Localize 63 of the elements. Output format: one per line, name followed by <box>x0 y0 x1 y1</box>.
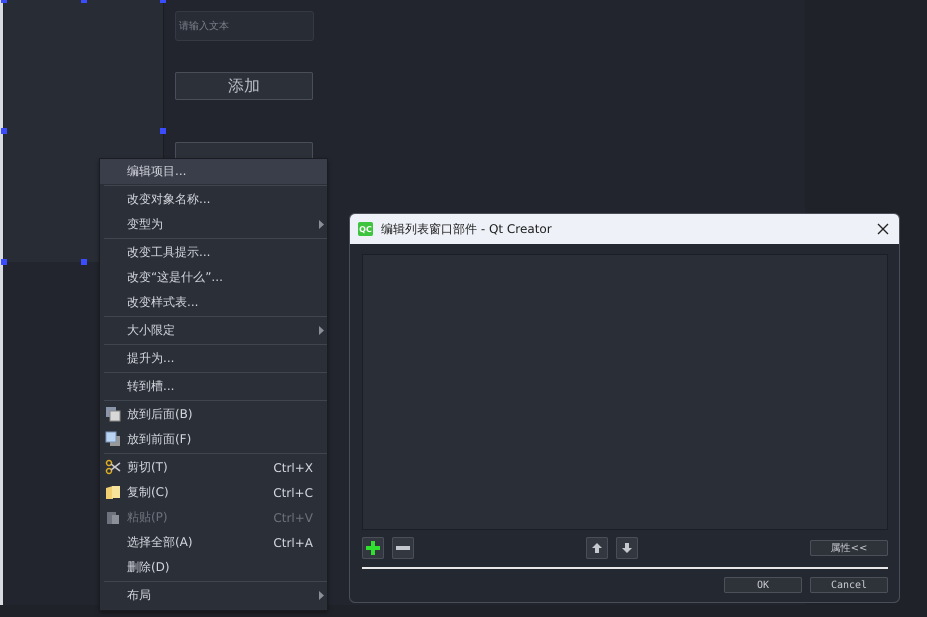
menu-item-label: 选择全部(A) <box>127 534 194 551</box>
move-up-button[interactable] <box>586 537 608 559</box>
app-icon: QC <box>358 222 373 236</box>
menu-item[interactable]: 选择全部(A) Ctrl+A <box>100 530 327 555</box>
menu-item-label: 变型为 <box>127 216 164 233</box>
remove-item-button[interactable] <box>392 537 414 559</box>
menu-item-label: 放到前面(F) <box>127 431 192 448</box>
down-arrow-icon <box>621 542 633 554</box>
cancel-button[interactable]: Cancel <box>810 577 888 593</box>
menu-item-label: 剪切(T) <box>127 459 169 476</box>
folder-icon <box>105 484 121 500</box>
ok-button[interactable]: OK <box>724 577 802 593</box>
menu-item[interactable]: 改变工具提示... <box>100 240 327 265</box>
scissors-icon <box>105 459 121 475</box>
text-input[interactable]: 请输入文本 <box>175 11 314 41</box>
move-down-button[interactable] <box>616 537 638 559</box>
add-button[interactable]: 添加 <box>175 72 313 100</box>
menu-item[interactable]: 大小限定 <box>100 318 327 343</box>
menu-item-label: 大小限定 <box>127 322 176 339</box>
menu-item[interactable]: 放到前面(F) <box>100 427 327 452</box>
menu-item-label: 改变工具提示... <box>127 244 212 261</box>
add-item-button[interactable] <box>362 537 384 559</box>
menu-item-label: 删除(D) <box>127 559 171 576</box>
menu-item-label: 改变样式表... <box>127 294 200 311</box>
menu-item-label: 复制(C) <box>127 484 170 501</box>
menu-item[interactable]: 变型为 <box>100 212 327 237</box>
menu-item[interactable]: 提升为... <box>100 346 327 371</box>
shortcut-label: Ctrl+X <box>273 460 313 474</box>
resize-handle[interactable] <box>80 259 86 265</box>
shortcut-label: Ctrl+V <box>273 510 313 524</box>
resize-handle[interactable] <box>1 128 7 134</box>
menu-item-label: 改变“这是什么”... <box>127 269 224 286</box>
menu-item[interactable]: 转到槽... <box>100 374 327 399</box>
menu-item[interactable]: 放到后面(B) <box>100 402 327 427</box>
menu-item-label: 布局 <box>127 587 152 604</box>
menu-item-label: 放到后面(B) <box>127 406 194 423</box>
send-back-icon <box>105 406 121 422</box>
plus-icon <box>365 540 381 556</box>
resize-handle[interactable] <box>1 259 7 265</box>
shortcut-label: Ctrl+A <box>273 536 313 550</box>
menu-item[interactable]: 改变对象名称... <box>100 187 327 212</box>
resize-handle[interactable] <box>160 128 166 134</box>
bring-front-icon <box>105 431 121 447</box>
clipboard-icon <box>105 509 121 525</box>
menu-item[interactable]: 布局 <box>100 583 327 608</box>
close-button[interactable] <box>875 221 891 237</box>
window-title: 编辑列表窗口部件 - Qt Creator <box>381 220 553 238</box>
close-icon <box>877 223 889 235</box>
properties-button[interactable]: 属性<< <box>810 540 888 556</box>
menu-item-label: 粘贴(P) <box>127 509 169 526</box>
menu-item[interactable]: 删除(D) <box>100 555 327 580</box>
menu-item[interactable]: 剪切(T) Ctrl+X <box>100 455 327 480</box>
menu-item[interactable]: 改变“这是什么”... <box>100 265 327 290</box>
menu-item[interactable]: 复制(C) Ctrl+C <box>100 480 327 505</box>
up-arrow-icon <box>591 542 603 554</box>
menu-item-label: 编辑项目... <box>127 163 188 180</box>
shortcut-label: Ctrl+C <box>273 486 313 500</box>
menu-item[interactable]: 编辑项目... <box>100 159 327 184</box>
minus-icon <box>395 545 411 551</box>
menu-item-label: 提升为... <box>127 350 176 367</box>
menu-item-label: 改变对象名称... <box>127 191 212 208</box>
menu-item-label: 转到槽... <box>127 378 176 395</box>
menu-item[interactable]: 改变样式表... <box>100 290 327 315</box>
